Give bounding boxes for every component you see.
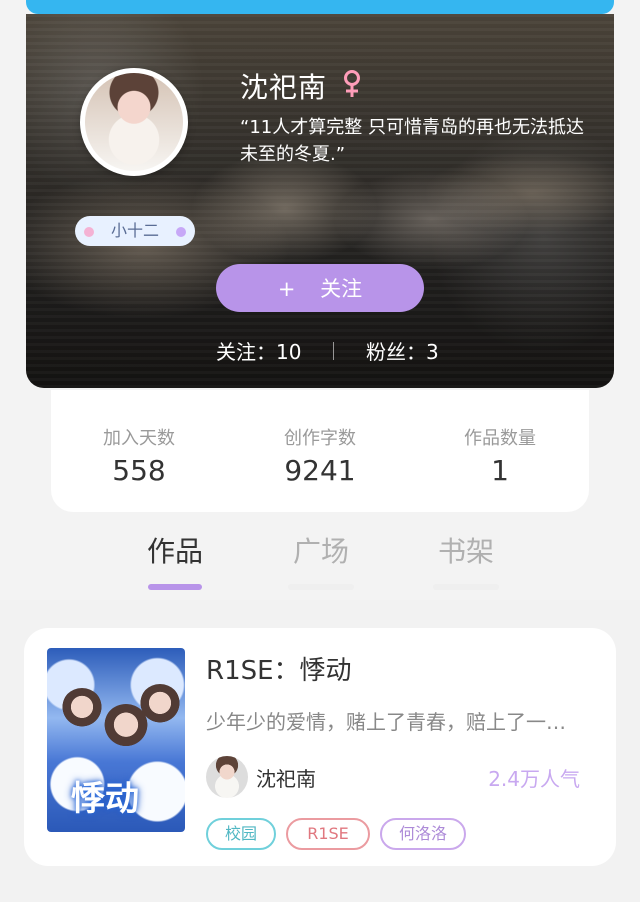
stats-card: 加入天数 558 创作字数 9241 作品数量 1 xyxy=(51,390,589,512)
tab-indicator xyxy=(288,584,354,590)
tab-works[interactable]: 作品 xyxy=(135,530,215,590)
following-count[interactable]: 关注：10 xyxy=(216,336,301,365)
plus-icon: + xyxy=(277,277,296,301)
tag-school[interactable]: 校园 xyxy=(206,818,276,850)
tab-indicator xyxy=(148,584,202,590)
female-icon xyxy=(344,70,360,97)
profile-header: 小十二 沈祀南 “11人才算完整 只可惜青岛的再也无法抵达未至的冬夏.” + 关… xyxy=(26,14,614,388)
author-name[interactable]: 沈祀南 xyxy=(256,763,316,792)
stat-work-count: 作品数量 1 xyxy=(430,424,570,487)
stats-divider xyxy=(333,342,334,360)
stat-word-count: 创作字数 9241 xyxy=(250,424,390,487)
tab-label: 书架 xyxy=(437,535,494,568)
stat-value: 1 xyxy=(491,454,509,487)
profile-tabs: 作品 广场 书架 xyxy=(0,520,640,600)
work-card[interactable]: 悸动 R1SE：悸动 少年少的爱情，赌上了青春，赔上了一… 沈祀南 2.4万人气… xyxy=(24,628,616,866)
stat-label: 作品数量 xyxy=(464,428,536,449)
flower-icon xyxy=(84,227,94,237)
followers-count[interactable]: 粉丝：3 xyxy=(366,336,439,365)
cover-person xyxy=(139,684,181,726)
work-description: 少年少的爱情，赌上了青春，赔上了一… xyxy=(206,710,566,734)
username: 沈祀南 xyxy=(240,71,328,104)
avatar-image xyxy=(85,73,183,171)
popularity: 2.4万人气 xyxy=(488,767,580,791)
stat-label: 加入天数 xyxy=(103,428,175,449)
tab-label: 作品 xyxy=(146,535,203,568)
avatar[interactable] xyxy=(80,68,188,176)
stat-join-days: 加入天数 558 xyxy=(69,424,209,487)
flower-icon xyxy=(176,227,186,237)
tab-label: 广场 xyxy=(292,535,349,568)
author-avatar[interactable] xyxy=(206,756,248,798)
nickname-label: 小十二 xyxy=(110,221,159,240)
tag-he-luoluo[interactable]: 何洛洛 xyxy=(380,818,466,850)
work-title[interactable]: R1SE：悸动 xyxy=(206,650,352,687)
stat-value: 558 xyxy=(112,454,166,487)
tab-indicator xyxy=(433,584,499,590)
cover-person xyxy=(61,688,103,730)
user-bio: “11人才算完整 只可惜青岛的再也无法抵达未至的冬夏.” xyxy=(240,117,584,165)
cover-title: 悸动 xyxy=(71,779,139,819)
stat-value: 9241 xyxy=(284,454,356,487)
nickname-badge: 小十二 xyxy=(75,216,195,246)
tab-bookshelf[interactable]: 书架 xyxy=(426,530,506,590)
top-strip xyxy=(26,0,614,14)
work-cover[interactable]: 悸动 xyxy=(47,648,185,832)
follow-label: 关注 xyxy=(320,277,363,301)
stat-label: 创作字数 xyxy=(284,428,356,449)
follow-button[interactable]: + 关注 xyxy=(216,264,424,312)
tag-r1se[interactable]: R1SE xyxy=(286,818,370,850)
tab-square[interactable]: 广场 xyxy=(281,530,361,590)
